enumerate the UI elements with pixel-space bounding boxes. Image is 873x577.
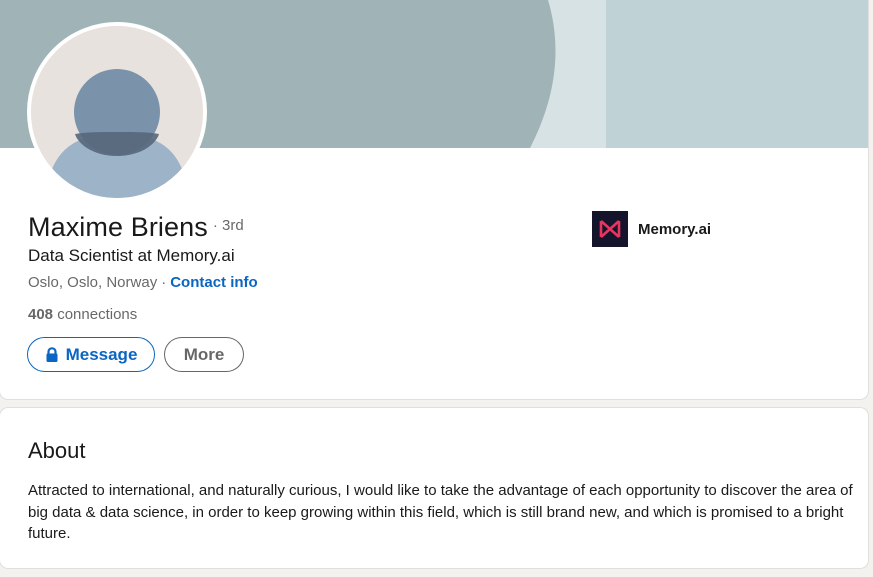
connections-number: 408 — [28, 306, 54, 323]
about-section: About Attracted to international, and na… — [0, 408, 868, 568]
location-row: Oslo, Oslo, Norway · Contact info — [28, 274, 258, 291]
person-icon — [31, 26, 203, 198]
profile-card: Maxime Briens · 3rd Data Scientist at Me… — [0, 0, 868, 399]
contact-info-link[interactable]: Contact info — [170, 274, 258, 291]
memory-ai-logo-icon — [592, 211, 628, 247]
connections-label: connections — [57, 306, 138, 323]
more-button-label: More — [183, 344, 225, 364]
message-button-label: Message — [65, 344, 138, 364]
about-title: About — [28, 438, 86, 463]
profile-name: Maxime Briens — [28, 212, 208, 242]
connection-degree: · 3rd — [212, 217, 244, 234]
more-button[interactable]: More — [164, 337, 244, 372]
name-row: Maxime Briens · 3rd — [28, 212, 244, 243]
current-company[interactable]: Memory.ai — [592, 211, 711, 247]
separator: · — [161, 274, 167, 291]
connections-count[interactable]: 408 connections — [28, 306, 137, 323]
about-text: Attracted to international, and naturall… — [28, 482, 853, 542]
message-button[interactable]: Message — [27, 337, 155, 372]
lock-icon — [45, 346, 59, 363]
profile-avatar[interactable] — [27, 22, 207, 202]
company-name: Memory.ai — [638, 220, 712, 238]
profile-headline: Data Scientist at Memory.ai — [28, 246, 235, 265]
profile-location: Oslo, Oslo, Norway — [28, 274, 158, 291]
